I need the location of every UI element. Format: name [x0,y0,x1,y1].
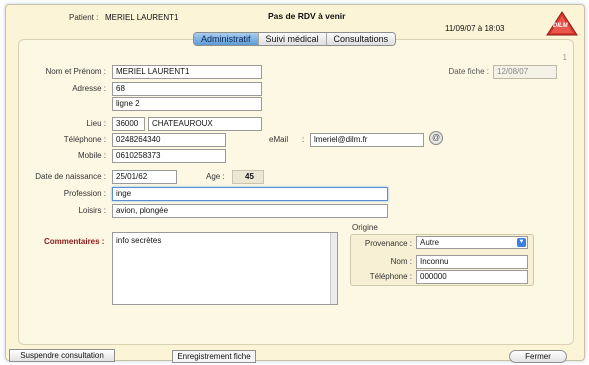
naissance-label: Date de naissance : [35,172,106,181]
date-fiche-field: 12/08/07 [493,65,557,79]
origine-telephone-field[interactable]: 000000 [416,270,528,284]
commentaires-textarea[interactable]: info secrètes [112,232,338,305]
datetime: 11/09/07 à 18:03 [445,24,505,33]
tab-consultations[interactable]: Consultations [325,33,396,45]
origine-title: Origine [352,223,378,232]
mobile-field[interactable]: 0610258373 [112,149,226,163]
enregistrement-fiche-button[interactable]: Enregistrement fiche [172,350,256,363]
lieu-ville-field[interactable]: CHATEAUROUX [148,117,262,131]
telephone-field[interactable]: 0248264340 [112,133,226,147]
tab-bar: Administratif Suivi médical Consultation… [193,32,397,46]
nom-field[interactable]: MERIEL LAURENT1 [112,65,262,79]
logo-text: DILM [553,23,568,29]
chevron-down-icon: ▼ [517,238,526,247]
loisirs-label: Loisirs : [78,206,106,215]
fermer-button[interactable]: Fermer [509,350,567,363]
email-label: eMail [269,135,289,144]
mobile-label: Mobile : [77,151,106,160]
rdv-status: Pas de RDV à venir [268,11,346,21]
date-fiche-label: Date fiche : [448,67,489,76]
patient-name: MERIEL LAURENT1 [105,13,179,22]
tab-suivi-medical[interactable]: Suivi médical [257,33,326,45]
commentaires-scrollbar[interactable] [330,233,337,304]
loisirs-field[interactable]: avion, plongée [112,204,388,218]
adresse-label: Adresse : [72,84,106,93]
adresse-line2-field[interactable]: ligne 2 [112,97,262,111]
profession-label: Profession : [63,189,106,198]
dilm-logo-icon: DILM [546,11,578,37]
commentaires-label: Commentaires : [44,237,105,246]
page-number: 1 [562,53,567,62]
origine-telephone-label: Téléphone : [369,272,412,281]
origine-nom-label: Nom : [390,257,412,266]
provenance-label: Provenance : [364,239,412,248]
telephone-label: Téléphone : [63,135,106,144]
email-field[interactable]: lmeriel@dilm.fr [310,133,424,147]
commentaires-text: info secrètes [116,236,162,245]
provenance-value: Autre [420,238,440,247]
tab-administratif[interactable]: Administratif [194,33,258,45]
patient-window: Patient : MERIEL LAURENT1 Pas de RDV à v… [5,4,585,363]
origine-nom-field[interactable]: Inconnu [416,255,528,269]
email-send-button[interactable]: @ [429,131,443,145]
lieu-label: Lieu : [86,119,106,128]
nom-label: Nom et Prénom : [45,67,106,76]
adresse-line1-field[interactable]: 68 [112,82,262,96]
age-label: Age : [206,172,225,181]
age-field: 45 [232,170,264,184]
suspendre-consultation-button[interactable]: Suspendre consultation [9,349,115,362]
email-separator: : [302,135,305,144]
profession-field[interactable]: inge [112,187,388,201]
naissance-field[interactable]: 25/01/62 [112,170,177,184]
patient-label: Patient : [69,13,99,22]
provenance-select[interactable]: Autre ▼ [416,236,528,249]
lieu-cp-field[interactable]: 36000 [112,117,145,131]
